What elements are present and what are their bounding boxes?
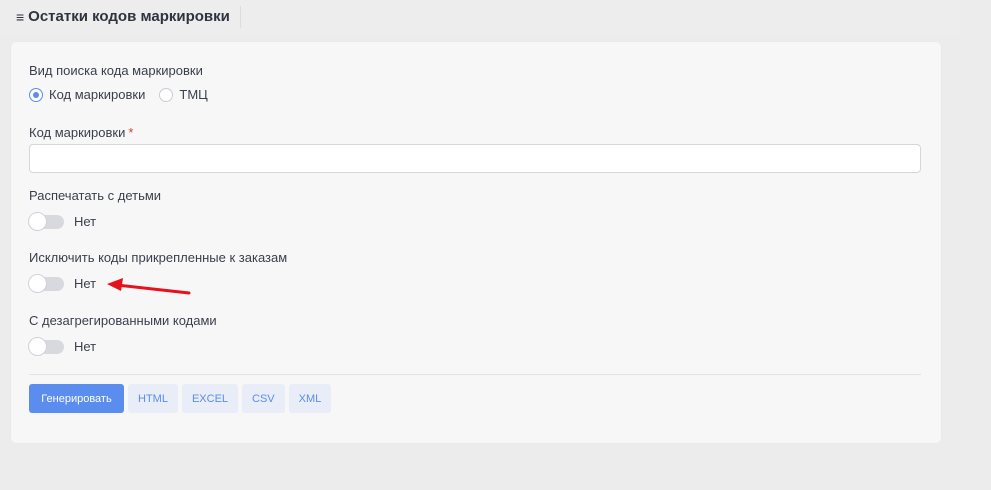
title-divider: [240, 6, 241, 28]
toggle-knob: [28, 273, 47, 293]
top-bar: ≡ Остатки кодов маркировки: [0, 0, 960, 34]
required-mark: *: [128, 125, 134, 140]
code-input[interactable]: [29, 144, 921, 173]
page-title: ≡ Остатки кодов маркировки: [16, 8, 230, 25]
toggle-knob: [28, 336, 47, 356]
print-children-toggle[interactable]: [28, 211, 64, 231]
print-children-label: Распечатать с детьми: [29, 188, 162, 203]
exclude-attached-state: Нет: [74, 276, 97, 291]
exclude-attached-toggle[interactable]: [28, 273, 64, 293]
disaggregated-label: С дезагрегированными кодами: [29, 313, 217, 328]
exclude-attached-label: Исключить коды прикрепленные к заказам: [29, 250, 288, 265]
export-csv-button[interactable]: CSV: [242, 384, 285, 413]
radio-tmc[interactable]: [159, 87, 174, 102]
export-html-button[interactable]: HTML: [128, 384, 178, 413]
search-type-radio-group: Код маркировки ТМЦ: [29, 87, 222, 102]
toggle-knob: [28, 211, 47, 231]
disaggregated-toggle-row: Нет: [28, 336, 97, 356]
form-card: Вид поиска кода маркировки Код маркировк…: [11, 42, 941, 443]
radio-marking-code-label[interactable]: Код маркировки: [49, 87, 145, 102]
radio-marking-code[interactable]: [29, 87, 43, 102]
code-field-label: Код маркировки *: [29, 125, 133, 140]
hamburger-icon[interactable]: ≡: [16, 10, 24, 24]
action-buttons: Генерировать HTML EXCEL CSV XML: [29, 384, 332, 413]
code-field-label-text: Код маркировки: [29, 125, 126, 140]
radio-tmc-label[interactable]: ТМЦ: [179, 87, 207, 102]
annotation-arrow-icon: [107, 278, 191, 295]
export-xml-button[interactable]: XML: [288, 384, 332, 413]
disaggregated-state: Нет: [74, 339, 97, 354]
form-divider: [29, 374, 921, 375]
print-children-toggle-row: Нет: [28, 211, 97, 231]
disaggregated-toggle[interactable]: [28, 336, 64, 356]
search-type-label: Вид поиска кода маркировки: [29, 63, 203, 78]
generate-button[interactable]: Генерировать: [29, 384, 124, 413]
export-excel-button[interactable]: EXCEL: [181, 384, 239, 413]
page-title-text: Остатки кодов маркировки: [28, 8, 230, 25]
exclude-attached-toggle-row: Нет: [28, 273, 97, 293]
print-children-state: Нет: [74, 214, 97, 229]
